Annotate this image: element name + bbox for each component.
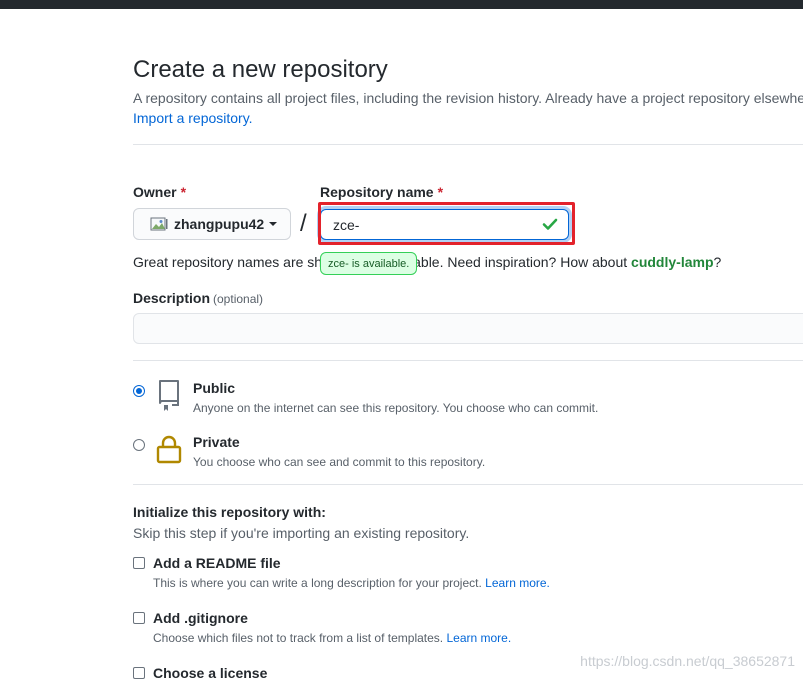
repo-name-input[interactable]: [321, 210, 541, 239]
readme-checkbox[interactable]: [133, 557, 145, 569]
gitignore-desc-text: Choose which files not to track from a l…: [153, 631, 444, 645]
visibility-divider: [133, 484, 803, 485]
readme-learn-more-link[interactable]: Learn more.: [485, 576, 550, 590]
owner-select-button[interactable]: zhangpupu42: [133, 208, 291, 240]
init-heading: Initialize this repository with:: [133, 504, 326, 520]
private-radio[interactable]: [133, 439, 145, 451]
repo-icon: [156, 379, 182, 416]
optional-tag: (optional): [213, 292, 264, 306]
license-checkbox[interactable]: [133, 667, 145, 679]
readme-desc: This is where you can write a long descr…: [153, 576, 550, 590]
repo-name-label: Repository name *: [320, 184, 443, 200]
page-title: Create a new repository: [133, 56, 388, 83]
import-repository-link[interactable]: Import a repository.: [133, 110, 253, 126]
availability-tooltip: zce- is available.: [320, 252, 418, 275]
owner-label: Owner *: [133, 184, 186, 200]
owner-name: zhangpupu42: [174, 216, 265, 232]
readme-desc-text: This is where you can write a long descr…: [153, 576, 482, 590]
public-option-title: Public: [193, 380, 236, 396]
public-radio[interactable]: [133, 385, 145, 397]
check-icon: [542, 216, 558, 237]
license-label[interactable]: Choose a license: [153, 665, 267, 681]
description-label: Description (optional): [133, 290, 263, 306]
chevron-down-icon: [269, 222, 278, 226]
description-label-text: Description: [133, 290, 211, 306]
readme-label[interactable]: Add a README file: [153, 555, 281, 571]
top-nav-bar: [0, 0, 803, 9]
owner-label-text: Owner: [133, 184, 177, 200]
gitignore-desc: Choose which files not to track from a l…: [153, 631, 511, 645]
gitignore-label[interactable]: Add .gitignore: [153, 610, 248, 626]
repo-name-label-text: Repository name: [320, 184, 434, 200]
hint-suffix: ?: [713, 254, 722, 270]
owner-repo-separator: /: [300, 210, 307, 237]
gitignore-learn-more-link[interactable]: Learn more.: [446, 631, 511, 645]
avatar-broken-image-icon: [150, 214, 170, 234]
init-subheading: Skip this step if you're importing an ex…: [133, 525, 470, 541]
private-option-desc: You choose who can see and commit to thi…: [193, 455, 486, 469]
public-option-desc: Anyone on the internet can see this repo…: [193, 401, 599, 415]
description-divider: [133, 360, 803, 361]
gitignore-checkbox[interactable]: [133, 612, 145, 624]
watermark-text: https://blog.csdn.net/qq_38652871: [580, 653, 795, 669]
header-divider: [133, 144, 803, 145]
required-mark: *: [180, 184, 187, 200]
repo-name-hint: Great repository names are short and mem…: [133, 254, 721, 270]
description-input[interactable]: [133, 313, 803, 344]
name-suggestion-link[interactable]: cuddly-lamp: [631, 254, 713, 270]
required-mark: *: [437, 184, 444, 200]
lock-icon: [156, 433, 182, 470]
private-option-title: Private: [193, 434, 240, 450]
repo-name-field: [320, 209, 569, 240]
page-subtitle: A repository contains all project files,…: [133, 90, 803, 106]
